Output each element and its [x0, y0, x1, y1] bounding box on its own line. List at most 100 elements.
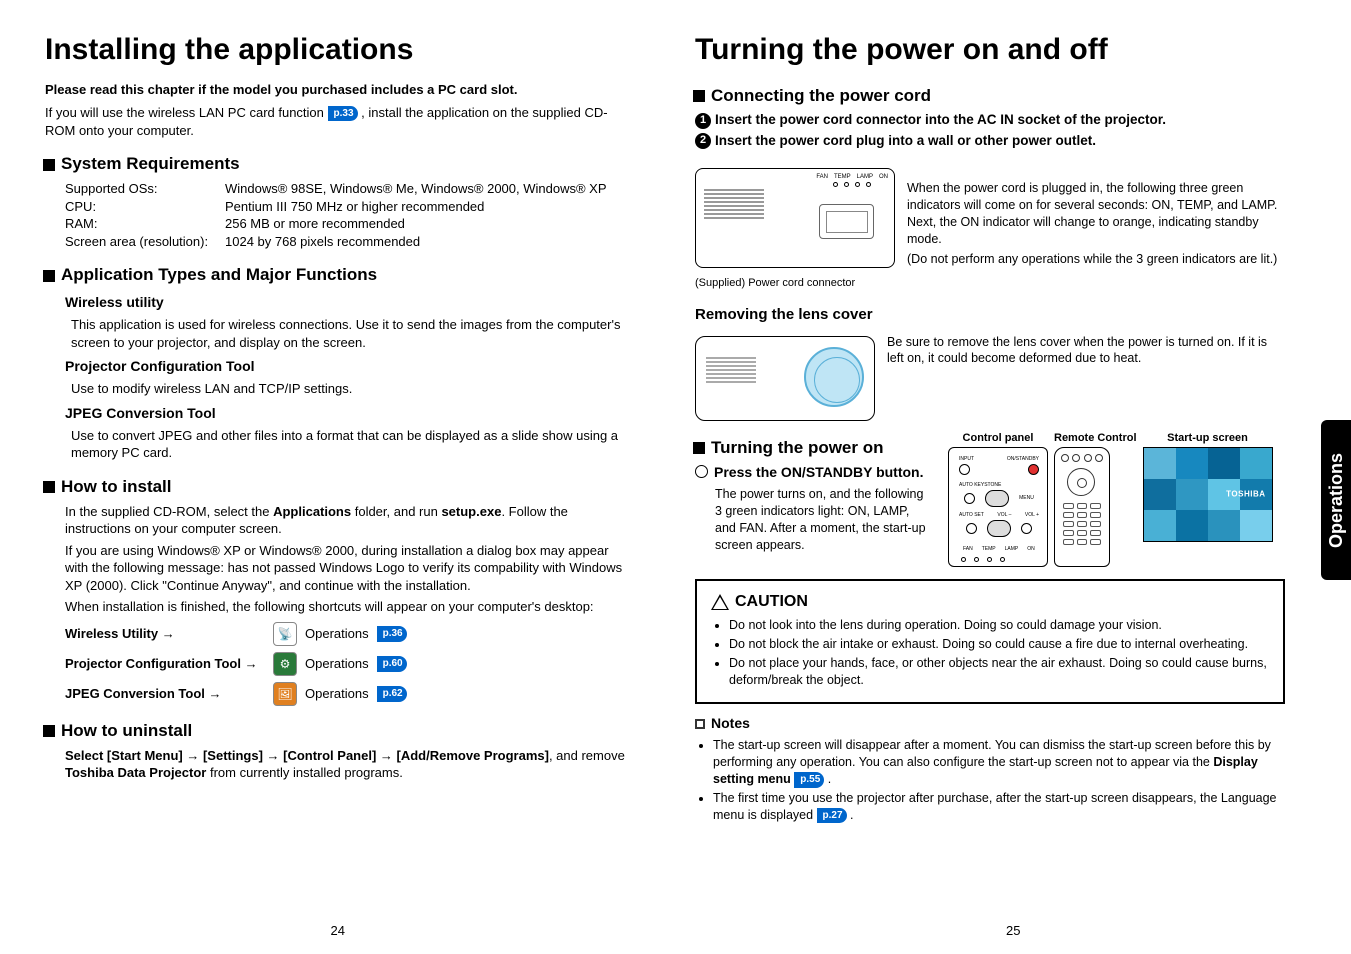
caution-item: Do not look into the lens during operati…: [729, 617, 1269, 634]
install-setup-exe: setup.exe: [441, 504, 501, 519]
ind-dot: [844, 182, 849, 187]
uninstall-block: Select [Start Menu] → [Settings] → [Cont…: [45, 747, 635, 782]
turning-power-on-heading: Turning the power on: [693, 437, 930, 460]
left-page: Installing the applications Please read …: [45, 30, 635, 828]
caution-item: Do not place your hands, face, or other …: [729, 655, 1269, 689]
remote-button: [1072, 454, 1080, 462]
install-p1b: folder, and run: [351, 504, 441, 519]
install-label: How to install: [61, 476, 172, 499]
cp-fan-label: FAN: [963, 546, 973, 553]
uninstall-d: from currently installed programs.: [206, 765, 403, 780]
caution-box: CAUTION Do not look into the lens during…: [695, 579, 1285, 704]
step-2-number-icon: 2: [695, 133, 711, 149]
sysreq-label: System Requirements: [61, 153, 240, 176]
right-title: Turning the power on and off: [695, 30, 1285, 71]
page-ref-55[interactable]: p.55: [794, 772, 824, 788]
warning-triangle-icon: [711, 594, 729, 610]
right-page: Turning the power on and off Connecting …: [695, 30, 1285, 828]
cp-autoset-label: AUTO SET: [959, 512, 984, 519]
wireless-utility-icon: 📡: [273, 622, 297, 646]
remote-control-diagram: [1054, 447, 1110, 567]
page-ref-27[interactable]: p.27: [817, 808, 847, 824]
shortcut-config-name: Projector Configuration Tool →: [65, 655, 265, 673]
notes-title-text: Notes: [711, 714, 750, 733]
front-vents: [706, 357, 756, 383]
pc-desc-2: (Do not perform any operations while the…: [907, 251, 1285, 268]
press-body-text: The power turns on, and the following 3 …: [695, 486, 930, 554]
install-applications-folder: Applications: [273, 504, 351, 519]
wireless-utility-body: This application is used for wireless co…: [65, 316, 635, 351]
step-1-text: Insert the power cord connector into the…: [715, 111, 1166, 129]
app-types-heading: Application Types and Major Functions: [43, 264, 635, 287]
cp-button: [964, 493, 975, 504]
page-ref-36[interactable]: p.36: [377, 626, 407, 642]
caution-item: Do not block the air intake or exhaust. …: [729, 636, 1269, 653]
remote-dpad: [1067, 468, 1095, 496]
intro-paragraph: If you will use the wireless LAN PC card…: [45, 104, 635, 139]
cp-indicators: [961, 557, 1005, 562]
shortcut-row-config: Projector Configuration Tool → ⚙ Operati…: [65, 652, 635, 676]
projector-front-diagram: [695, 336, 875, 421]
connect-label: Connecting the power cord: [711, 85, 931, 108]
supplied-caption: (Supplied) Power cord connector: [695, 276, 895, 291]
remote-button: [1061, 454, 1069, 462]
os-value: Windows® 98SE, Windows® Me, Windows® 200…: [225, 180, 607, 198]
cpu-value: Pentium III 750 MHz or higher recommende…: [225, 198, 484, 216]
cp-button: [1021, 523, 1032, 534]
notes-2a: The first time you use the projector aft…: [713, 791, 1277, 822]
ind-on-label: ON: [879, 173, 888, 181]
press-head-text: Press the ON/STANDBY button.: [714, 463, 924, 482]
startup-brand-label: TOSHIBA: [1226, 489, 1265, 500]
install-p1: In the supplied CD-ROM, select the Appli…: [65, 503, 635, 538]
caution-title: CAUTION: [711, 591, 1269, 613]
startup-screen-diagram: TOSHIBA: [1143, 447, 1273, 542]
control-panel-title: Control panel: [948, 431, 1048, 446]
cp-nav-button: [987, 520, 1011, 537]
cp-standby-label: ON/STANDBY: [1007, 456, 1039, 463]
ind-dot: [833, 182, 838, 187]
res-value: 1024 by 768 pixels recommended: [225, 233, 420, 251]
jpeg-conversion-icon: 🖼: [273, 682, 297, 706]
step-1: 1 Insert the power cord connector into t…: [695, 111, 1285, 129]
install-p3: When installation is finished, the follo…: [65, 598, 635, 616]
caution-list: Do not look into the lens during operati…: [711, 617, 1269, 689]
page-number-right: 25: [676, 922, 1351, 940]
cp-voldown-label: VOL –: [997, 512, 1011, 519]
ind-dot: [866, 182, 871, 187]
wireless-utility-head: Wireless utility: [65, 293, 635, 312]
ind-temp-label: TEMP: [834, 173, 851, 181]
jpeg-conversion-tool-body: Use to convert JPEG and other files into…: [65, 427, 635, 462]
step-2: 2 Insert the power cord plug into a wall…: [695, 132, 1285, 150]
app-types-block: Wireless utility This application is use…: [45, 293, 635, 461]
shortcut-wireless-name: Wireless Utility →: [65, 625, 265, 643]
projector-config-icon: ⚙: [273, 652, 297, 676]
hollow-bullet-icon: [695, 465, 708, 478]
pc-desc-1: When the power cord is plugged in, the f…: [907, 180, 1285, 248]
page-ref-62[interactable]: p.62: [377, 686, 407, 702]
intro-text-a: If you will use the wireless LAN PC card…: [45, 105, 328, 120]
power-cord-description: When the power cord is plugged in, the f…: [907, 160, 1285, 272]
jpeg-conversion-tool-head: JPEG Conversion Tool: [65, 404, 635, 423]
projector-vents: [704, 189, 764, 219]
page-ref-33[interactable]: p.33: [328, 106, 358, 122]
left-title: Installing the applications: [45, 30, 635, 71]
ops-label-3: Operations: [305, 685, 369, 703]
notes-title: Notes: [695, 714, 1285, 733]
connecting-power-cord-heading: Connecting the power cord: [693, 85, 1285, 108]
side-tab-operations: Operations: [1321, 420, 1351, 580]
uninstall-path: Select [Start Menu] → [Settings] → [Cont…: [65, 748, 549, 763]
apptypes-label: Application Types and Major Functions: [61, 264, 377, 287]
lens-cover-icon: [804, 347, 864, 407]
uninstall-label: How to uninstall: [61, 720, 192, 743]
step-1-number-icon: 1: [695, 113, 711, 129]
ops-label-2: Operations: [305, 655, 369, 673]
projector-slot: [819, 204, 874, 239]
remote-button: [1095, 454, 1103, 462]
how-to-install-heading: How to install: [43, 476, 635, 499]
cp-menu-label: MENU: [1019, 495, 1034, 502]
page-ref-60[interactable]: p.60: [377, 656, 407, 672]
uninstall-product-name: Toshiba Data Projector: [65, 765, 206, 780]
res-label: Screen area (resolution):: [65, 233, 225, 251]
remote-button-grid: [1063, 503, 1101, 545]
startup-screen-title: Start-up screen: [1143, 431, 1273, 446]
